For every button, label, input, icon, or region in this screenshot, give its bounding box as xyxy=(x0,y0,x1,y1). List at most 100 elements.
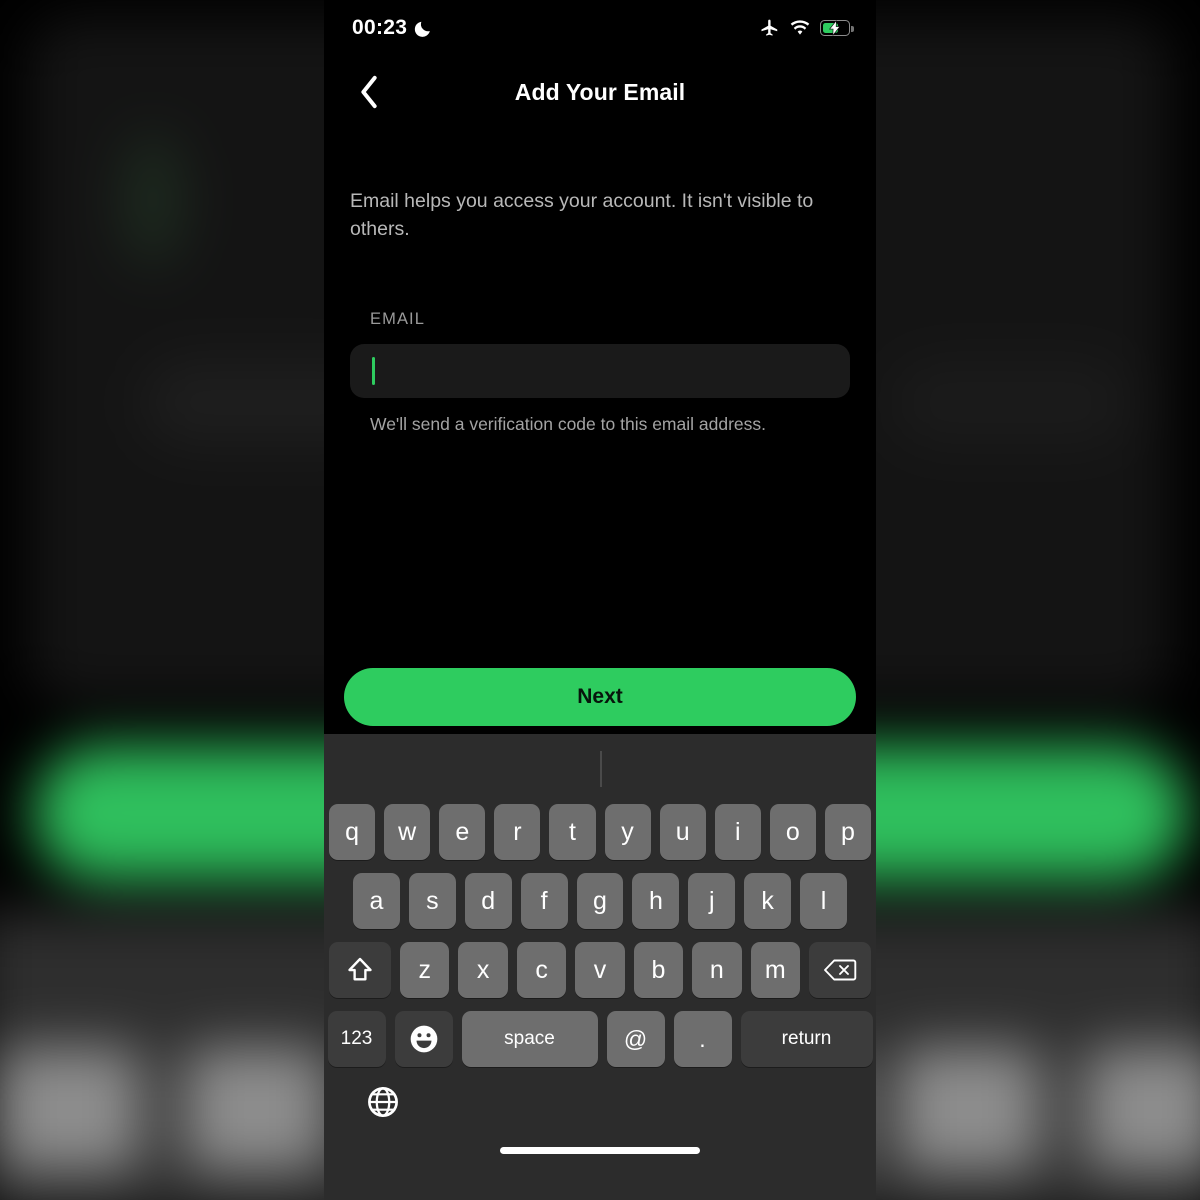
next-button[interactable]: Next xyxy=(344,668,856,726)
key-t[interactable]: t xyxy=(549,804,596,860)
crescent-moon-icon xyxy=(415,21,431,37)
key-i[interactable]: i xyxy=(714,804,761,860)
key-shift[interactable] xyxy=(329,942,392,998)
key-space-label: space xyxy=(504,1028,555,1049)
key-n[interactable]: n xyxy=(692,942,742,998)
email-helper-text: We'll send a verification code to this e… xyxy=(370,414,766,435)
status-bar-right xyxy=(758,17,854,39)
globe-language-button[interactable] xyxy=(362,1081,404,1123)
key-i-label: i xyxy=(734,817,741,846)
key-backspace[interactable] xyxy=(808,942,871,998)
clock-time: 00:23 xyxy=(352,16,408,39)
key-j[interactable]: j xyxy=(688,873,736,929)
key-w[interactable]: w xyxy=(384,804,431,860)
key-f[interactable]: f xyxy=(520,873,568,929)
nav-bar: Add Your Email xyxy=(324,56,876,128)
key-j-label: j xyxy=(709,886,715,915)
key-emoji[interactable] xyxy=(394,1011,453,1067)
key-x-label: x xyxy=(476,955,490,984)
keyboard-row: z xcvb n m xyxy=(324,942,876,998)
key-p-label: p xyxy=(840,817,855,846)
key-numeric-switch[interactable]: 123 xyxy=(327,1011,386,1067)
key-d-label: d xyxy=(481,886,496,915)
bg-blob xyxy=(121,132,184,268)
key-a-label: a xyxy=(369,886,384,915)
key-k[interactable]: k xyxy=(744,873,792,929)
keyboard-bottom-bar xyxy=(324,1067,876,1163)
key-d[interactable]: d xyxy=(464,873,512,929)
key-l-label: l xyxy=(820,886,827,915)
key-x[interactable]: x xyxy=(458,942,508,998)
airplane-mode-icon xyxy=(761,19,778,36)
key-g-label: g xyxy=(593,886,607,915)
predictive-divider xyxy=(600,751,602,787)
bg-key xyxy=(1083,1047,1200,1172)
main-content: Email helps you access your account. It … xyxy=(324,188,876,435)
key-c[interactable]: c xyxy=(516,942,567,998)
key-v[interactable]: v xyxy=(575,942,625,998)
key-o-label: o xyxy=(785,817,800,846)
lightning-bolt-icon xyxy=(829,20,841,36)
key-q-label: q xyxy=(345,817,360,846)
key-h-label: h xyxy=(648,886,663,915)
key-r[interactable]: r xyxy=(494,804,541,860)
globe-language-icon xyxy=(368,1087,398,1117)
on-screen-keyboard: q w e r t y u i o p a s d f g h j k l z x c v b n m 123 space @. retu… xyxy=(324,734,876,1200)
key-m[interactable]: m xyxy=(750,942,800,998)
status-bar-left: 00:23 xyxy=(352,16,433,40)
key-h[interactable]: h xyxy=(632,873,680,929)
key-f-label: f xyxy=(540,886,548,915)
key-at-sign[interactable]: @ xyxy=(606,1011,665,1067)
key-return[interactable]: return xyxy=(740,1011,873,1067)
key-g[interactable]: g xyxy=(576,873,624,929)
key-period[interactable]: . xyxy=(673,1011,732,1067)
bg-blob xyxy=(891,360,1131,444)
key-period-label: . xyxy=(699,1025,706,1052)
key-o[interactable]: o xyxy=(769,804,816,860)
key-m-label: m xyxy=(764,955,786,984)
key-n-label: n xyxy=(709,955,724,984)
text-caret xyxy=(372,357,375,386)
backspace-delete-icon xyxy=(824,959,857,981)
key-k-label: k xyxy=(761,886,774,915)
key-p[interactable]: p xyxy=(824,804,871,860)
key-u[interactable]: u xyxy=(659,804,706,860)
key-e-label: e xyxy=(455,817,470,846)
home-indicator-bar[interactable] xyxy=(500,1147,700,1154)
key-b[interactable]: b xyxy=(633,942,684,998)
email-field-group: EMAIL We'll send a verification code to … xyxy=(350,310,850,435)
smiley-face-icon xyxy=(410,1025,437,1053)
key-e[interactable]: e xyxy=(439,804,486,860)
key-a[interactable]: a xyxy=(353,873,400,929)
shift-arrow-icon xyxy=(348,957,372,981)
wifi-icon xyxy=(790,20,810,35)
email-input[interactable] xyxy=(350,344,850,399)
key-space[interactable]: space xyxy=(461,1011,598,1067)
key-b-label: b xyxy=(651,955,666,984)
predictive-text-bar[interactable] xyxy=(324,734,876,804)
keyboard-row: asdfghjkl xyxy=(324,873,876,929)
key-s-label: s xyxy=(426,886,439,915)
key-l[interactable]: l xyxy=(800,873,848,929)
key-z[interactable]: z xyxy=(400,942,450,998)
key-z-label: z xyxy=(418,955,431,984)
key-u-label: u xyxy=(675,817,690,846)
keyboard-row: 123 space @. return xyxy=(324,1011,876,1067)
key-r-label: r xyxy=(513,817,522,846)
key-s[interactable]: s xyxy=(408,873,456,929)
key-at-sign-label: @ xyxy=(623,1025,648,1052)
bg-key xyxy=(0,1047,143,1172)
status-bar: 00:23 xyxy=(324,0,876,56)
page-title: Add Your Email xyxy=(514,78,686,105)
battery-charging-icon xyxy=(820,20,854,36)
key-numeric-switch-label: 123 xyxy=(340,1028,373,1049)
bg-key xyxy=(184,1047,330,1172)
bg-key xyxy=(896,1047,1042,1172)
key-y[interactable]: y xyxy=(604,804,651,860)
key-q[interactable]: q xyxy=(329,804,376,860)
phone-screen: 00:23 Add Your Email Email helps you acc… xyxy=(324,0,876,1200)
key-w-label: w xyxy=(398,817,417,846)
keyboard-row: q w e rtyu i o p xyxy=(324,804,876,860)
email-field-label: EMAIL xyxy=(370,310,426,329)
primary-action-area: Next xyxy=(324,668,876,726)
